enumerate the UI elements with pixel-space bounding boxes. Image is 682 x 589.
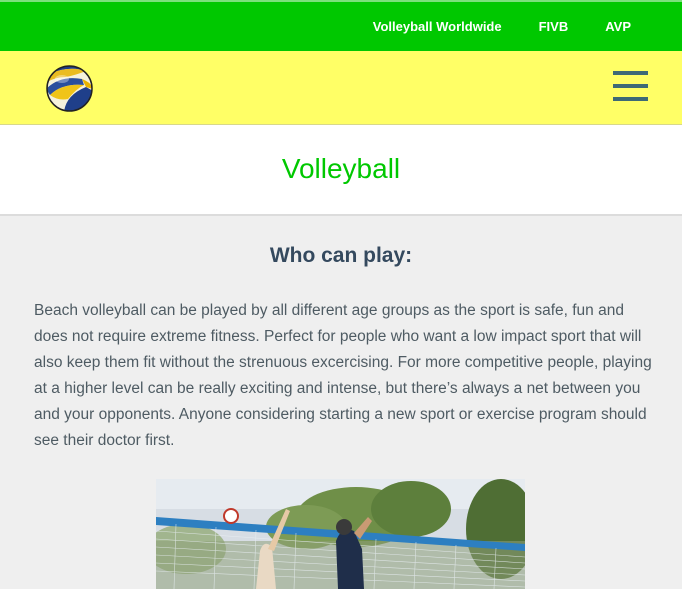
section-heading: Who can play: (269, 244, 413, 267)
volleyball-logo-icon[interactable] (46, 65, 93, 112)
beach-volleyball-photo (156, 479, 525, 589)
section-body: Beach volleyball can be played by all di… (34, 302, 652, 449)
main-content: Who can play: Beach volleyball can be pl… (0, 216, 682, 589)
navbar (0, 51, 682, 125)
link-fivb[interactable]: FIVB (539, 19, 569, 34)
hamburger-menu-icon[interactable] (613, 71, 648, 101)
link-avp[interactable]: AVP (605, 19, 631, 34)
top-bar: Volleyball Worldwide FIVB AVP (0, 0, 682, 51)
page-title: Volleyball (281, 153, 401, 184)
link-volleyball-worldwide[interactable]: Volleyball Worldwide (373, 19, 502, 34)
title-banner: Volleyball (0, 125, 682, 216)
top-links: Volleyball Worldwide FIVB AVP (373, 2, 682, 51)
